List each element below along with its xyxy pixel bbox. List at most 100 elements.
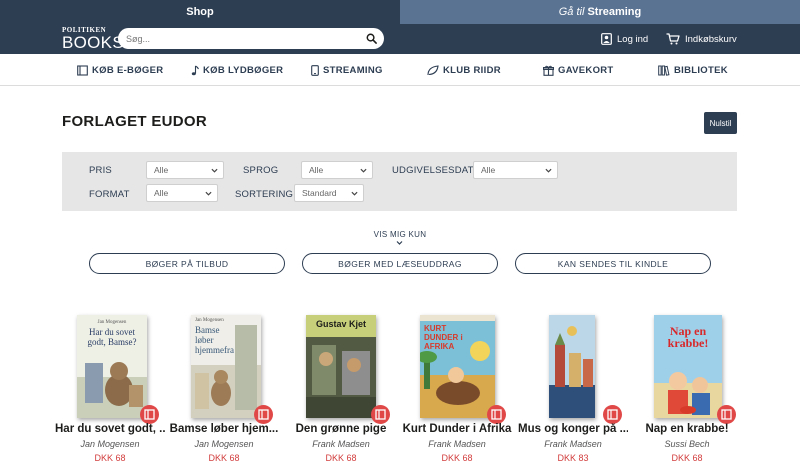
product-author[interactable]: Jan Mogensen bbox=[55, 439, 165, 449]
product-author[interactable]: Frank Madsen bbox=[286, 439, 396, 449]
book-cover[interactable]: Jan Mogensen Har du sovet godt, Bamse? bbox=[77, 315, 147, 418]
nav-label-audiobooks: KØB LYDBØGER bbox=[203, 64, 284, 76]
cover-author: Jan Mogensen bbox=[97, 320, 127, 325]
chevron-down-icon bbox=[351, 191, 358, 196]
filter-on-sale-button[interactable]: BØGER PÅ TILBUD bbox=[89, 253, 285, 274]
ebook-icon bbox=[375, 409, 386, 420]
leaf-icon bbox=[427, 64, 439, 75]
search-input[interactable] bbox=[126, 30, 356, 47]
filter-value-pris: Alle bbox=[154, 165, 169, 175]
product-price: DKK 83 bbox=[557, 453, 589, 463]
top-strip: Shop Gå til Streaming bbox=[0, 0, 800, 24]
nav-item-ebooks[interactable]: KØB E-BØGER bbox=[77, 54, 163, 86]
product-author[interactable]: Jan Mogensen bbox=[169, 439, 279, 449]
library-icon bbox=[658, 65, 670, 76]
product-author[interactable]: Frank Madsen bbox=[518, 439, 628, 449]
cart-label: Indkøbskurv bbox=[685, 33, 737, 45]
filter-panel: PRIS Alle SPROG Alle UDGIVELSESDATO Alle… bbox=[62, 152, 737, 211]
chevron-down-icon bbox=[545, 168, 552, 173]
filter-value-sortering: Standard bbox=[302, 188, 337, 198]
page-title: FORLAGET EUDOR bbox=[62, 113, 208, 130]
nav-label-ebooks: KØB E-BØGER bbox=[92, 64, 164, 76]
product-card[interactable]: Jan Mogensen Har du sovet godt, Bamse? H… bbox=[55, 310, 165, 471]
filter-select-format[interactable]: Alle bbox=[146, 184, 218, 202]
chevron-down-icon[interactable] bbox=[396, 240, 403, 246]
show-only-label: VIS MIG KUN bbox=[373, 230, 427, 239]
product-title[interactable]: Nap en krabbe! bbox=[632, 423, 742, 435]
ebook-badge bbox=[371, 405, 390, 424]
cart-button[interactable]: Indkøbskurv bbox=[666, 31, 737, 47]
nav-item-gavekort[interactable]: GAVEKORT bbox=[543, 54, 614, 86]
book-icon bbox=[77, 64, 88, 76]
filter-value-sprog: Alle bbox=[309, 165, 324, 175]
ebook-icon bbox=[721, 409, 732, 420]
book-cover[interactable]: Nap en krabbe! bbox=[654, 315, 722, 418]
site-header: POLITIKEN BOOKS Log ind Indkøbskurv bbox=[0, 24, 800, 54]
chevron-down-icon bbox=[205, 191, 212, 196]
tab-shop-label: Shop bbox=[186, 6, 214, 18]
ebook-badge bbox=[487, 405, 506, 424]
book-cover[interactable]: Gustav Kjet bbox=[306, 315, 376, 418]
ebook-icon bbox=[258, 409, 269, 420]
reset-button[interactable]: Nulstil bbox=[704, 112, 737, 134]
logo-bottom-text: BOOKS bbox=[62, 33, 124, 52]
cover-title: Nap en krabbe! bbox=[667, 324, 709, 350]
product-card[interactable]: Nap en krabbe! Nap en krabbe! Sussi Bech… bbox=[632, 310, 742, 471]
product-author[interactable]: Sussi Bech bbox=[632, 439, 742, 449]
nav-item-streaming[interactable]: STREAMING bbox=[311, 54, 383, 86]
product-price: DKK 68 bbox=[671, 453, 703, 463]
filter-kindle-button[interactable]: KAN SENDES TIL KINDLE bbox=[515, 253, 711, 274]
product-card[interactable]: KURT DUNDER i AFRIKA Kurt Dunder i Afrik… bbox=[402, 310, 512, 471]
product-title[interactable]: Kurt Dunder i Afrika bbox=[402, 423, 512, 435]
product-title[interactable]: Bamse løber hjem... bbox=[169, 423, 279, 435]
tab-streaming-prefix: Gå til bbox=[558, 6, 585, 18]
login-label: Log ind bbox=[617, 33, 649, 45]
product-price: DKK 68 bbox=[325, 453, 357, 463]
chevron-down-icon bbox=[211, 168, 218, 173]
cover-author: Jan Mogensen bbox=[195, 318, 224, 323]
product-author[interactable]: Frank Madsen bbox=[402, 439, 512, 449]
tab-streaming[interactable]: Gå til Streaming bbox=[400, 0, 800, 24]
product-title[interactable]: Mus og konger på ... bbox=[518, 423, 628, 435]
filter-select-sprog[interactable]: Alle bbox=[301, 161, 373, 179]
filter-label-sprog: SPROG bbox=[243, 165, 279, 176]
nav-label-bibliotek: BIBLIOTEK bbox=[674, 64, 728, 76]
nav-item-bibliotek[interactable]: BIBLIOTEK bbox=[658, 54, 728, 86]
ebook-icon bbox=[144, 409, 155, 420]
ebook-badge bbox=[717, 405, 736, 424]
product-card[interactable]: Mus og konger på ... Frank Madsen DKK 83 bbox=[518, 310, 628, 471]
ebook-badge bbox=[254, 405, 273, 424]
ebook-badge bbox=[140, 405, 159, 424]
filter-label-udgivelsesdato: UDGIVELSESDATO bbox=[392, 165, 482, 176]
ebook-icon bbox=[491, 409, 502, 420]
filter-label-format: FORMAT bbox=[89, 189, 130, 200]
tablet-icon bbox=[311, 64, 319, 76]
cover-title: Har du sovet godt, Bamse? bbox=[87, 327, 137, 347]
book-cover[interactable] bbox=[549, 315, 595, 418]
product-title[interactable]: Har du sovet godt, ... bbox=[55, 423, 165, 435]
cover-title: Bamse løber hjemmefra bbox=[195, 325, 234, 355]
filter-select-sortering[interactable]: Standard bbox=[294, 184, 364, 202]
nav-item-audiobooks[interactable]: KØB LYDBØGER bbox=[190, 54, 283, 86]
search-icon[interactable] bbox=[366, 33, 377, 44]
tab-shop[interactable]: Shop bbox=[0, 0, 400, 24]
filter-select-udgivelsesdato[interactable]: Alle bbox=[473, 161, 558, 179]
cover-title: KURT DUNDER i AFRIKA bbox=[424, 324, 463, 351]
filter-with-excerpt-button[interactable]: BØGER MED LÆSEUDDRAG bbox=[302, 253, 498, 274]
cover-title: Gustav Kjet bbox=[315, 319, 366, 329]
product-card[interactable]: Jan Mogensen Bamse løber hjemmefra Bamse… bbox=[169, 310, 279, 471]
nav-label-gavekort: GAVEKORT bbox=[558, 64, 614, 76]
user-icon bbox=[601, 33, 612, 45]
book-cover[interactable]: KURT DUNDER i AFRIKA bbox=[420, 315, 495, 418]
politiken-books-logo[interactable]: POLITIKEN BOOKS bbox=[62, 26, 124, 52]
filter-select-pris[interactable]: Alle bbox=[146, 161, 224, 179]
nav-label-klub-riidr: KLUB RIIDR bbox=[443, 64, 501, 76]
product-title[interactable]: Den grønne pige bbox=[286, 423, 396, 435]
main-nav: KØB E-BØGER KØB LYDBØGER STREAMING KLUB … bbox=[0, 54, 800, 86]
nav-item-klub-riidr[interactable]: KLUB RIIDR bbox=[427, 54, 501, 86]
search-box bbox=[118, 28, 384, 49]
login-button[interactable]: Log ind bbox=[601, 31, 648, 47]
book-cover[interactable]: Jan Mogensen Bamse løber hjemmefra bbox=[191, 315, 261, 418]
product-card[interactable]: Gustav Kjet Den grønne pige Frank Madsen… bbox=[286, 310, 396, 471]
cart-icon bbox=[666, 33, 680, 45]
